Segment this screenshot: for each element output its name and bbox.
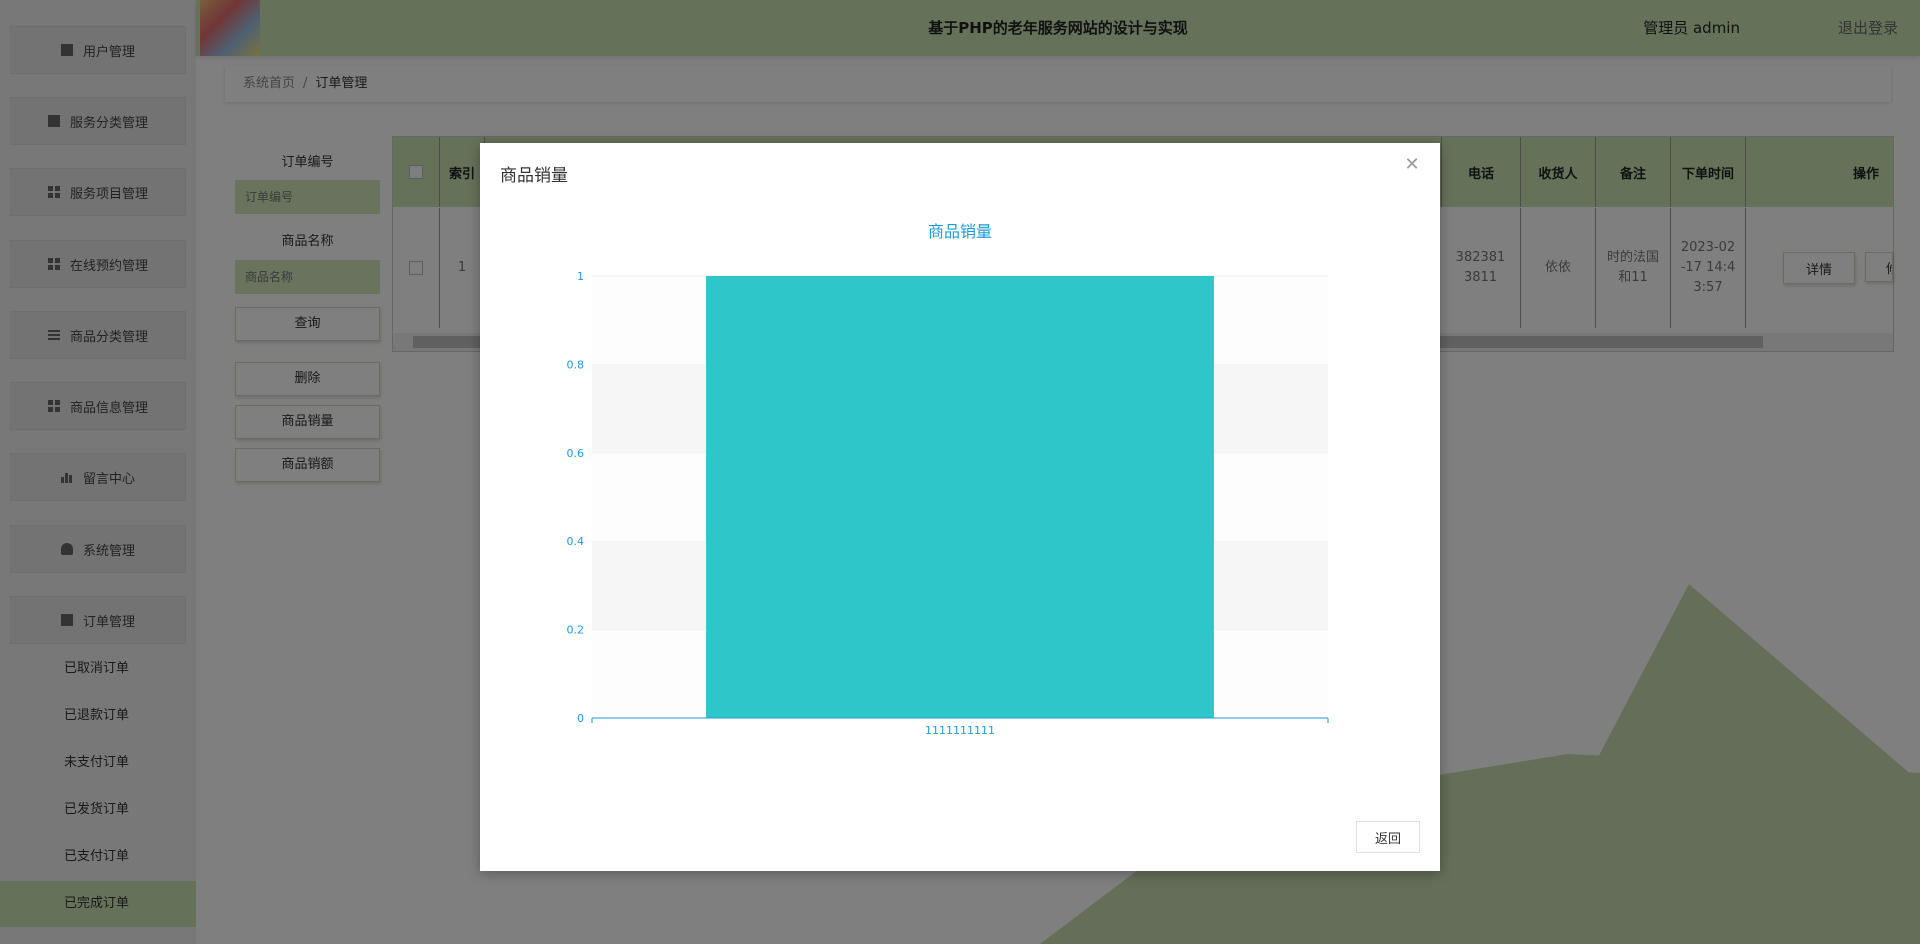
chart-title: 商品销量: [928, 222, 992, 241]
y-tick-label: 0.8: [567, 358, 585, 371]
y-tick-label: 0: [577, 712, 584, 725]
y-tick-label: 1: [577, 270, 584, 283]
x-tick-label: 1111111111: [925, 724, 995, 737]
return-button[interactable]: 返回: [1356, 821, 1420, 853]
sales-quantity-dialog: 商品销量 ✕ 商品销量 0 0.2 0.4 0.6 0.8 1 1111111111 返回: [480, 143, 1440, 871]
bar: [706, 276, 1214, 718]
sales-bar-chart: 商品销量00.20.40.60.811111111111: [567, 222, 1329, 737]
y-tick-label: 0.6: [567, 447, 585, 460]
y-tick-label: 0.4: [567, 535, 585, 548]
y-tick-label: 0.2: [567, 624, 585, 637]
